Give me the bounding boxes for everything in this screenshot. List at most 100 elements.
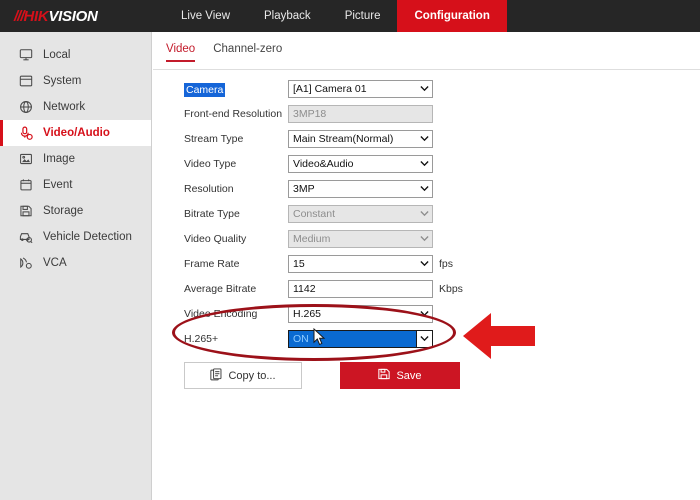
chevron-down-icon <box>417 256 432 272</box>
bitrate-type-select-value: Constant <box>293 207 336 220</box>
h265plus-select[interactable]: ON <box>288 329 433 348</box>
form-row-average-bitrate: Average Bitrate 1142 Kbps <box>184 276 644 301</box>
save-button-label: Save <box>396 369 422 382</box>
sidebar-item-local[interactable]: Local <box>0 42 151 68</box>
form-row-bitrate-type: Bitrate Type Constant <box>184 201 644 226</box>
top-nav-tabs: Live View Playback Picture Configuration <box>164 0 507 32</box>
stream-type-select[interactable]: Main Stream(Normal) <box>288 129 433 148</box>
chevron-down-icon <box>417 81 432 97</box>
average-bitrate-value: 1142 <box>293 282 316 295</box>
chevron-down-icon <box>417 181 432 197</box>
calendar-icon <box>18 177 34 193</box>
form-label-bitrate-type: Bitrate Type <box>184 207 240 220</box>
form-label-video-type: Video Type <box>184 157 237 170</box>
video-encoding-select[interactable]: H.265 <box>288 304 433 323</box>
video-type-select-value: Video&Audio <box>293 157 354 170</box>
floppy-disk-icon <box>18 203 34 219</box>
sidebar-item-label-event: Event <box>43 179 73 191</box>
logo-bars-icon: /// <box>14 7 24 25</box>
form-label-average-bitrate: Average Bitrate <box>184 282 257 295</box>
sidebar-item-label-vca: VCA <box>43 257 67 269</box>
save-button[interactable]: Save <box>340 362 460 389</box>
floppy-disk-icon <box>378 368 391 383</box>
subtab-divider <box>153 69 700 70</box>
sidebar-item-label-system: System <box>43 75 82 87</box>
form-row-stream-type: Stream Type Main Stream(Normal) <box>184 126 644 151</box>
sidebar-item-event[interactable]: Event <box>0 172 151 198</box>
bitrate-type-select: Constant <box>288 204 433 223</box>
clipboard-icon <box>210 367 222 384</box>
form-row-resolution: Resolution 3MP <box>184 176 644 201</box>
chevron-down-icon <box>416 330 432 347</box>
camera-select[interactable]: [A1] Camera 01 <box>288 79 433 98</box>
video-settings-form: Camera [A1] Camera 01 Front-end Resoluti… <box>184 76 644 351</box>
sidebar-item-label-vehicle-detection: Vehicle Detection <box>43 231 132 243</box>
form-label-front-end-resolution: Front-end Resolution <box>184 107 283 120</box>
stream-type-select-value: Main Stream(Normal) <box>293 132 394 145</box>
form-row-h265plus: H.265+ ON <box>184 326 644 351</box>
sidebar-item-video-audio[interactable]: Video/Audio <box>0 120 151 146</box>
chevron-down-icon <box>417 231 432 247</box>
average-bitrate-input[interactable]: 1142 <box>288 279 433 298</box>
nav-tab-live-view[interactable]: Live View <box>164 0 247 32</box>
frame-rate-unit: fps <box>439 257 454 270</box>
nav-tab-picture[interactable]: Picture <box>328 0 398 32</box>
sidebar-item-system[interactable]: System <box>0 68 151 94</box>
h265plus-select-value: ON <box>293 332 309 345</box>
video-quality-select-value: Medium <box>293 232 331 245</box>
top-navigation-bar: ///HIK VISION Live View Playback Picture … <box>0 0 700 32</box>
form-row-video-quality: Video Quality Medium <box>184 226 644 251</box>
form-row-video-encoding: Video Encoding H.265 <box>184 301 644 326</box>
sidebar-item-vehicle-detection[interactable]: Vehicle Detection <box>0 224 151 250</box>
chevron-down-icon <box>417 206 432 222</box>
sidebar-item-network[interactable]: Network <box>0 94 151 120</box>
form-action-buttons: Copy to... Save <box>184 362 460 389</box>
form-row-front-end-resolution: Front-end Resolution 3MP18 <box>184 101 644 126</box>
front-end-resolution-field: 3MP18 <box>288 104 433 123</box>
logo-vision-text: VISION <box>48 7 98 25</box>
form-row-camera: Camera [A1] Camera 01 <box>184 76 644 101</box>
form-label-frame-rate: Frame Rate <box>184 257 240 270</box>
form-label-wrap-camera: Camera <box>184 80 288 98</box>
form-label-video-encoding: Video Encoding <box>184 307 258 320</box>
front-end-resolution-value: 3MP18 <box>293 107 327 120</box>
window-icon <box>18 73 34 89</box>
video-type-select[interactable]: Video&Audio <box>288 154 433 173</box>
video-encoding-select-value: H.265 <box>293 307 322 320</box>
form-row-frame-rate: Frame Rate 15 fps <box>184 251 644 276</box>
vca-icon <box>18 255 34 271</box>
sidebar-item-label-network: Network <box>43 101 86 113</box>
hikvision-logo[interactable]: ///HIK VISION <box>0 0 152 32</box>
copy-to-button-label: Copy to... <box>228 369 276 382</box>
resolution-select-value: 3MP <box>293 182 315 195</box>
picture-icon <box>18 151 34 167</box>
resolution-select[interactable]: 3MP <box>288 179 433 198</box>
vehicle-search-icon <box>18 229 34 245</box>
nav-tab-playback[interactable]: Playback <box>247 0 328 32</box>
globe-icon <box>18 99 34 115</box>
sidebar-item-storage[interactable]: Storage <box>0 198 151 224</box>
form-row-video-type: Video Type Video&Audio <box>184 151 644 176</box>
nav-tab-configuration[interactable]: Configuration <box>397 0 507 32</box>
tab-channel-zero[interactable]: Channel-zero <box>213 43 282 62</box>
form-label-video-quality: Video Quality <box>184 232 247 245</box>
video-quality-select: Medium <box>288 229 433 248</box>
average-bitrate-unit: Kbps <box>439 282 463 295</box>
form-label-camera: Camera <box>184 82 226 97</box>
audio-video-icon <box>18 125 34 141</box>
sidebar-item-label-local: Local <box>43 49 71 61</box>
hikvision-config-window: ///HIK VISION Live View Playback Picture … <box>0 0 700 500</box>
sidebar-item-label-storage: Storage <box>43 205 84 217</box>
monitor-icon <box>18 47 34 63</box>
form-label-stream-type: Stream Type <box>184 132 244 145</box>
sidebar-item-vca[interactable]: VCA <box>0 250 151 276</box>
sidebar-item-label-image: Image <box>43 153 75 165</box>
copy-to-button[interactable]: Copy to... <box>184 362 302 389</box>
camera-select-value: [A1] Camera 01 <box>293 82 367 95</box>
tab-video[interactable]: Video <box>166 43 196 62</box>
frame-rate-select[interactable]: 15 <box>288 254 433 273</box>
sidebar-item-image[interactable]: Image <box>0 146 151 172</box>
logo-hik-text: HIK <box>23 7 49 25</box>
frame-rate-select-value: 15 <box>293 257 305 270</box>
content-subtabs: Video Channel-zero <box>166 43 282 62</box>
